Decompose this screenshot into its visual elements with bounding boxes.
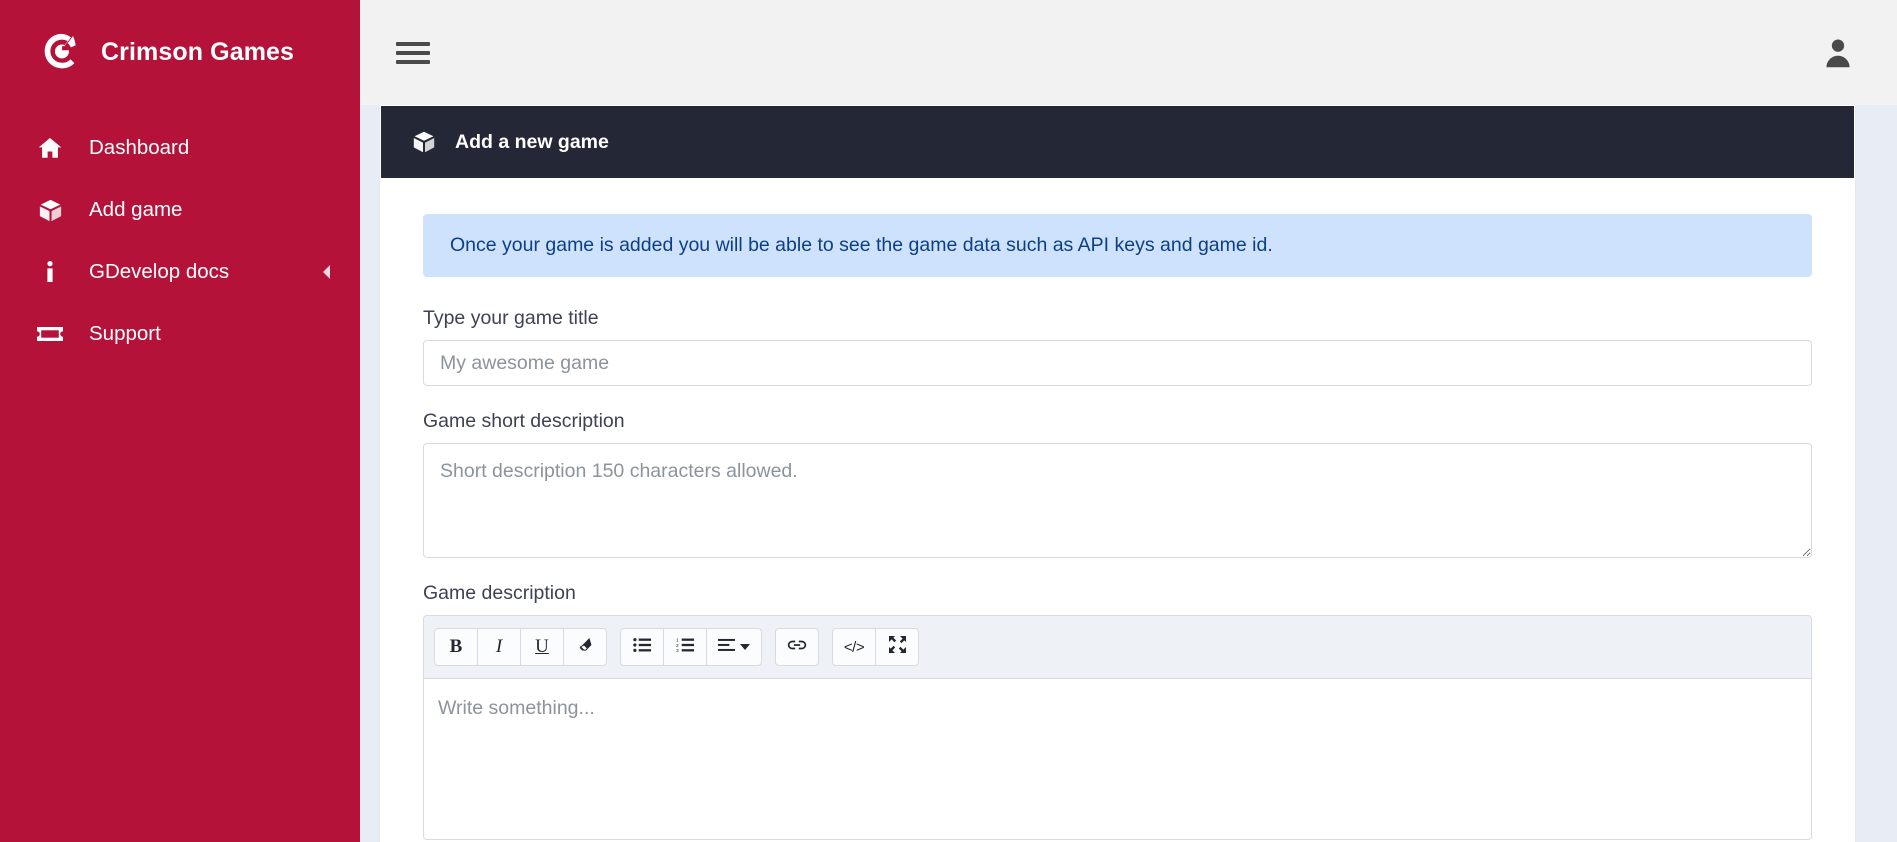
editor-toolbar: B I U 1 2 3 </> (424, 616, 1811, 680)
game-description-label: Game description (423, 582, 576, 605)
rich-text-editor: B I U 1 2 3 </> Write something... (423, 615, 1812, 841)
ticket-icon (33, 319, 67, 349)
game-title-input[interactable] (423, 340, 1812, 387)
cube-icon (411, 129, 437, 155)
chevron-down-icon (740, 644, 750, 651)
text-style-button-group: B I U (434, 628, 607, 667)
link-button-group (775, 628, 819, 667)
content-area: Add a new game Once your game is added y… (360, 105, 1897, 842)
short-description-textarea[interactable] (423, 443, 1812, 559)
fullscreen-button[interactable] (875, 628, 919, 667)
italic-icon: I (495, 636, 503, 658)
fullscreen-icon (888, 636, 906, 658)
list-button-group: 1 2 3 (620, 628, 762, 667)
link-button[interactable] (775, 628, 819, 667)
sidebar-item-label: GDevelop docs (89, 260, 230, 283)
sidebar-item-dashboard[interactable]: Dashboard (0, 117, 360, 179)
sidebar-item-label: Support (89, 322, 161, 345)
hamburger-bar (396, 41, 430, 46)
cube-icon (33, 195, 67, 225)
topbar (360, 0, 1897, 105)
sidebar-item-add-game[interactable]: Add game (0, 179, 360, 241)
bold-button[interactable]: B (434, 628, 478, 667)
svg-text:3: 3 (676, 648, 679, 653)
unordered-list-button[interactable] (620, 628, 664, 667)
sidebar-item-label: Dashboard (89, 136, 190, 159)
hamburger-bar (396, 50, 430, 55)
game-description-editor-body[interactable]: Write something... (424, 679, 1811, 840)
sidebar-nav: Dashboard Add game GDevelop docs Support (0, 117, 360, 365)
link-icon (787, 637, 807, 657)
remove-format-button[interactable] (563, 628, 607, 667)
chevron-left-icon (320, 265, 334, 279)
svg-text:1: 1 (676, 637, 679, 643)
sidebar-item-label: Add game (89, 198, 183, 221)
svg-text:2: 2 (676, 643, 679, 649)
code-view-button[interactable]: </> (832, 628, 876, 667)
align-left-icon (718, 637, 735, 657)
game-title-group: Type your game title (423, 307, 1812, 387)
home-icon (33, 133, 67, 163)
main-area: Add a new game Once your game is added y… (360, 0, 1897, 842)
code-icon: </> (843, 638, 865, 656)
ordered-list-button[interactable]: 1 2 3 (663, 628, 707, 667)
page-title: Add a new game (455, 130, 609, 153)
card-body: Once your game is added you will be able… (381, 178, 1854, 841)
bullet-list-icon (632, 637, 652, 658)
brand-name: Crimson Games (101, 38, 295, 66)
align-button[interactable] (706, 628, 762, 667)
brand[interactable]: Crimson Games (0, 0, 360, 105)
eraser-icon (577, 636, 594, 658)
sidebar-item-support[interactable]: Support (0, 303, 360, 365)
info-icon (33, 257, 67, 287)
italic-button[interactable]: I (477, 628, 521, 667)
view-button-group: </> (832, 628, 919, 667)
underline-icon: U (535, 636, 549, 658)
sidebar-item-gdevelop-docs[interactable]: GDevelop docs (0, 241, 360, 303)
bold-icon: B (449, 636, 463, 658)
game-title-label: Type your game title (423, 307, 599, 330)
numbered-list-icon: 1 2 3 (676, 637, 695, 658)
add-game-card: Add a new game Once your game is added y… (380, 105, 1855, 842)
short-description-label: Game short description (423, 410, 625, 433)
sidebar: Crimson Games Dashboard Add game GDevelo… (0, 0, 360, 842)
info-alert: Once your game is added you will be able… (423, 214, 1812, 278)
card-header: Add a new game (381, 106, 1854, 178)
short-description-group: Game short description (423, 410, 1812, 559)
hamburger-menu-icon[interactable] (396, 40, 430, 66)
app-root: Crimson Games Dashboard Add game GDevelo… (0, 0, 1897, 842)
user-account-icon[interactable] (1821, 35, 1855, 71)
crimson-g-logo-icon (38, 30, 84, 76)
hamburger-bar (396, 59, 430, 64)
underline-button[interactable]: U (520, 628, 564, 667)
game-description-group: Game description B I U 1 2 3 </> Write s… (423, 582, 1812, 841)
